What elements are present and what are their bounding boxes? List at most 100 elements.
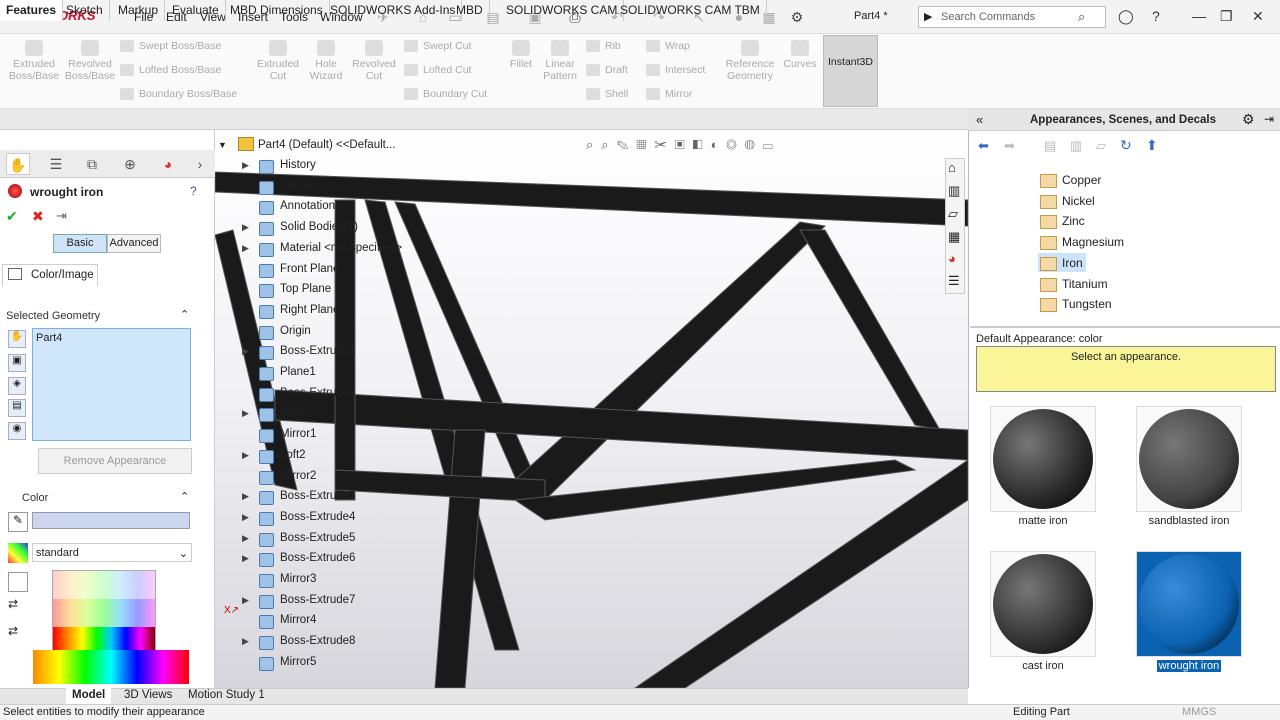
- config-manager-icon[interactable]: ⧉: [80, 153, 104, 175]
- tree-item[interactable]: Boss-Extrude4: [280, 511, 355, 523]
- display-manager-icon[interactable]: ◕: [156, 153, 180, 175]
- tab-features[interactable]: Features: [0, 0, 64, 21]
- material-item[interactable]: Nickel: [1062, 194, 1095, 208]
- material-item[interactable]: Zinc: [1062, 214, 1085, 228]
- close-icon[interactable]: ✕: [1252, 8, 1264, 25]
- tree-item[interactable]: Material <not specified>: [280, 242, 402, 254]
- material-item[interactable]: Tungsten: [1062, 297, 1112, 311]
- tree-item[interactable]: Mirror2: [280, 470, 316, 482]
- advanced-tab[interactable]: Advanced: [107, 234, 161, 253]
- appearance-label[interactable]: wrought iron: [1119, 660, 1259, 672]
- shell-button[interactable]: Shell: [586, 88, 628, 100]
- appearance-swatch[interactable]: [1136, 406, 1242, 512]
- up-arrow-icon[interactable]: ⬆: [1146, 137, 1158, 154]
- select-body-icon[interactable]: ▣: [8, 354, 26, 372]
- tree-expand-arrow-icon[interactable]: ▶: [242, 595, 249, 606]
- file-explorer-icon[interactable]: ▱: [948, 206, 958, 222]
- cancel-x-icon[interactable]: ✖: [32, 208, 44, 225]
- revolved-cut-button[interactable]: Revolved Cut: [350, 40, 398, 82]
- search-icon[interactable]: ⌕: [1078, 9, 1085, 25]
- select-part-icon[interactable]: ✋: [8, 330, 26, 348]
- boundary-cut-button[interactable]: Boundary Cut: [404, 88, 487, 100]
- swap-color-icon-2[interactable]: ⇄: [8, 624, 18, 638]
- tree-item[interactable]: Sensors: [280, 180, 322, 192]
- tree-item[interactable]: Solid Bodies(1): [280, 221, 358, 233]
- design-library-icon[interactable]: ▥: [948, 183, 960, 199]
- swept-cut-button[interactable]: Swept Cut: [404, 40, 471, 52]
- tree-item[interactable]: Boss-Extrude1: [280, 345, 355, 357]
- appearance-swatch[interactable]: [990, 406, 1096, 512]
- lofted-boss-button[interactable]: Lofted Boss/Base: [120, 64, 221, 76]
- tab-cam[interactable]: SOLIDWORKS CAM: [500, 0, 625, 21]
- wrap-button[interactable]: Wrap: [646, 40, 690, 52]
- palette-select[interactable]: standard ⌄: [32, 543, 192, 562]
- view-palette-icon[interactable]: ▦: [948, 229, 960, 245]
- folder-icon[interactable]: ▱: [1096, 138, 1106, 154]
- help-icon[interactable]: ?: [1152, 8, 1160, 24]
- material-item[interactable]: Titanium: [1062, 277, 1108, 291]
- tab-motion-study[interactable]: Motion Study 1: [182, 688, 271, 704]
- select-component-icon[interactable]: ◉: [8, 422, 26, 440]
- view-toolbar[interactable]: ⌕⌕✎▦✂▣◧◐◎◍▭: [586, 137, 781, 153]
- instant3d-button[interactable]: Instant3D: [823, 35, 878, 107]
- tree-expand-arrow-icon[interactable]: ▶: [242, 512, 249, 523]
- tree-item[interactable]: Front Plane: [280, 263, 339, 275]
- tree-item[interactable]: Mirror5: [280, 656, 316, 668]
- color-field[interactable]: [32, 512, 190, 529]
- restore-icon[interactable]: ❐: [1220, 8, 1233, 25]
- tree-expand-arrow-icon[interactable]: ▶: [242, 636, 249, 647]
- back-arrow-icon[interactable]: ⬅: [978, 138, 989, 154]
- mirror-button[interactable]: Mirror: [646, 88, 692, 100]
- tab-mbd-dimensions[interactable]: MBD Dimensions: [224, 0, 330, 21]
- collapse-chevron-icon[interactable]: ⌃: [180, 308, 189, 321]
- swap-color-icon[interactable]: ⇄: [8, 597, 18, 611]
- tree-expand-arrow-icon[interactable]: ▶: [242, 222, 249, 233]
- tree-item[interactable]: Right Plane: [280, 304, 339, 316]
- tab-model[interactable]: Model: [66, 688, 112, 704]
- tab-cam-tbm[interactable]: SOLIDWORKS CAM TBM: [614, 0, 767, 21]
- tree-expand-arrow-icon[interactable]: ▶: [242, 533, 249, 544]
- tree-item[interactable]: Mirror3: [280, 573, 316, 585]
- tree-root[interactable]: Part4 (Default) <<Default...: [258, 139, 395, 151]
- reference-geometry-button[interactable]: Reference Geometry: [722, 40, 778, 82]
- remove-appearance-button[interactable]: Remove Appearance: [38, 448, 192, 474]
- tree-expand-arrow-icon[interactable]: ▶: [242, 160, 249, 171]
- tree-expand-arrow-icon[interactable]: ▶: [242, 491, 249, 502]
- appearance-label-selected[interactable]: wrought iron: [1156, 660, 1222, 672]
- collapse-color-chevron-icon[interactable]: ⌃: [180, 490, 189, 503]
- refresh-icon[interactable]: ↻: [1120, 137, 1132, 154]
- tree-item[interactable]: Boss-Extrude5: [280, 532, 355, 544]
- basic-tab[interactable]: Basic: [53, 234, 107, 253]
- pin-pane-icon[interactable]: ⇥: [1264, 112, 1274, 126]
- dimxpert-icon[interactable]: ⊕: [118, 153, 142, 175]
- appearance-swatch[interactable]: [990, 551, 1096, 657]
- swept-boss-button[interactable]: Swept Boss/Base: [120, 40, 221, 52]
- lofted-cut-button[interactable]: Lofted Cut: [404, 64, 471, 76]
- fillet-button[interactable]: Fillet: [504, 40, 538, 70]
- extruded-cut-button[interactable]: Extruded Cut: [252, 40, 304, 82]
- appearance-swatch[interactable]: [1136, 551, 1242, 657]
- material-item[interactable]: Magnesium: [1062, 235, 1124, 249]
- appearance-label[interactable]: cast iron: [973, 660, 1113, 672]
- tree-item[interactable]: Plane1: [280, 366, 316, 378]
- draft-button[interactable]: Draft: [586, 64, 628, 76]
- tab-3d-views[interactable]: 3D Views: [118, 688, 178, 704]
- selected-item[interactable]: Part4: [36, 332, 62, 344]
- tree-item[interactable]: Boss-Extrude2: [280, 387, 355, 399]
- tree-item[interactable]: Boss-Extrude8: [280, 635, 355, 647]
- feature-tree-icon[interactable]: ☰: [44, 153, 68, 175]
- tree-item[interactable]: Mirror4: [280, 614, 316, 626]
- select-feature-icon[interactable]: ◈: [8, 377, 26, 395]
- add-swatch-icon[interactable]: [8, 572, 28, 592]
- options-gear-icon[interactable]: ⚙: [788, 8, 806, 26]
- rib-button[interactable]: Rib: [586, 40, 621, 52]
- material-item[interactable]: Iron: [1062, 256, 1083, 270]
- resources-home-icon[interactable]: ⌂: [948, 160, 956, 175]
- tree-expand-arrow-icon[interactable]: ▶: [242, 346, 249, 357]
- delete-icon[interactable]: ▥: [1070, 138, 1082, 154]
- revolved-boss-button[interactable]: Revolved Boss/Base: [64, 40, 116, 82]
- appearances-icon[interactable]: ◕: [948, 251, 956, 266]
- tree-expand-arrow-icon[interactable]: ▶: [242, 450, 249, 461]
- tree-item[interactable]: Boss-Extrude7: [280, 594, 355, 606]
- tree-item[interactable]: Annotations: [280, 200, 341, 212]
